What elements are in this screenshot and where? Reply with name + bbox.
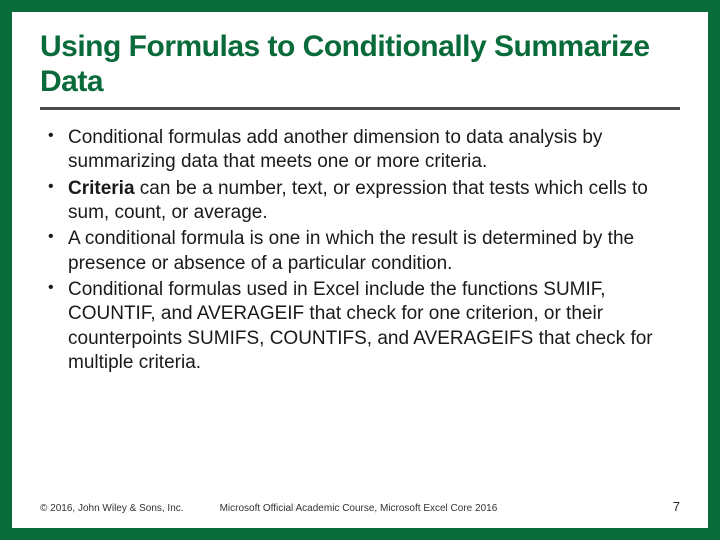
slide-title: Using Formulas to Conditionally Summariz… (40, 30, 680, 107)
bullet-text-bold: Criteria (68, 178, 135, 199)
list-item: Conditional formulas used in Excel inclu… (44, 278, 680, 375)
list-item: A conditional formula is one in which th… (44, 227, 680, 276)
footer-copyright: © 2016, John Wiley & Sons, Inc. (40, 503, 184, 514)
bullet-text-post: can be a number, text, or expression tha… (68, 178, 648, 223)
bullet-text-post: Conditional formulas add another dimensi… (68, 127, 602, 172)
bullet-list: Conditional formulas add another dimensi… (40, 126, 680, 375)
slide-footer: © 2016, John Wiley & Sons, Inc. Microsof… (40, 499, 680, 514)
slide-inner: Using Formulas to Conditionally Summariz… (12, 12, 708, 528)
title-divider (40, 107, 680, 110)
bullet-text-post: Conditional formulas used in Excel inclu… (68, 279, 653, 373)
bullet-text-post: A conditional formula is one in which th… (68, 228, 634, 273)
list-item: Criteria can be a number, text, or expre… (44, 177, 680, 226)
footer-page-number: 7 (673, 499, 680, 514)
footer-course: Microsoft Official Academic Course, Micr… (220, 503, 498, 514)
slide-frame: Using Formulas to Conditionally Summariz… (12, 12, 708, 528)
list-item: Conditional formulas add another dimensi… (44, 126, 680, 175)
